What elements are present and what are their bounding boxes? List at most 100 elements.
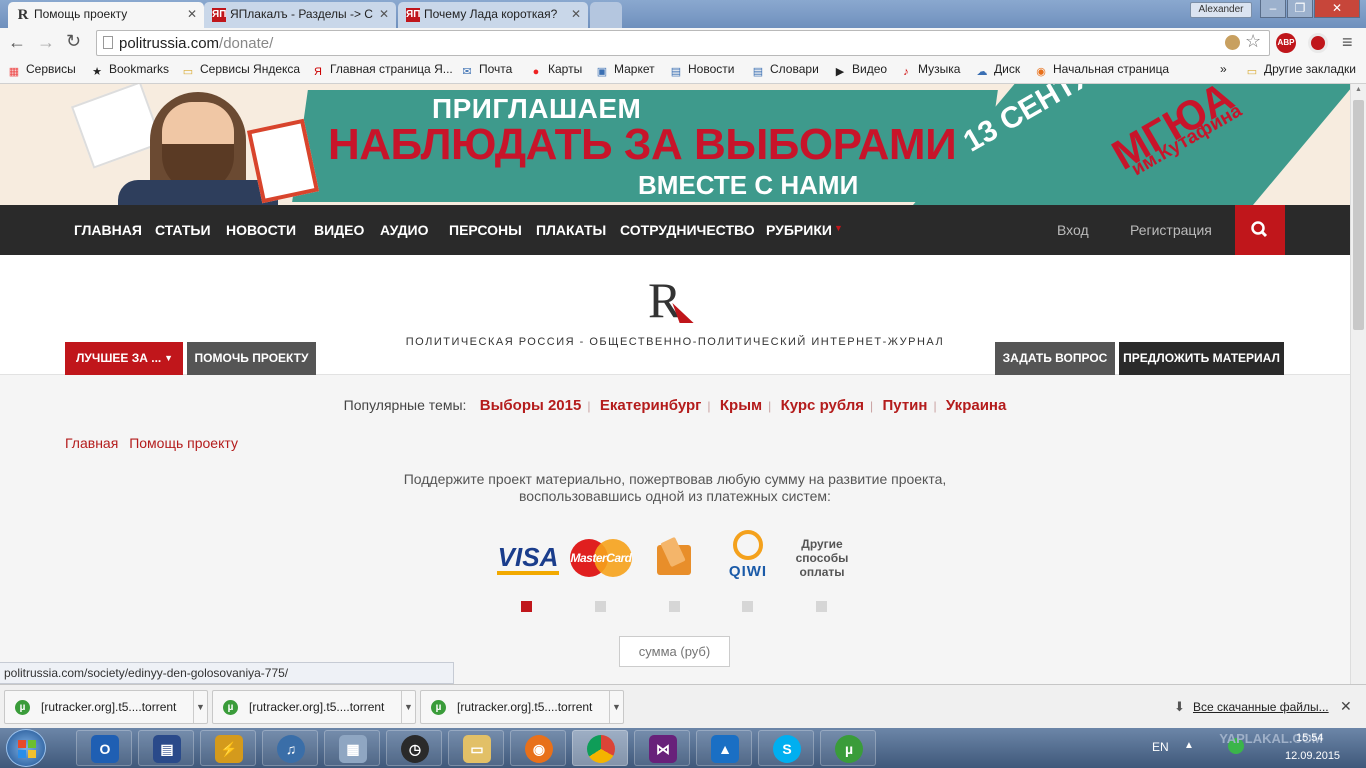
all-downloads-link[interactable]: Все скачанные файлы... [1193, 700, 1329, 714]
topic-link[interactable]: Путин [883, 397, 928, 414]
menu-icon[interactable]: ≡ [1342, 32, 1353, 53]
start-button[interactable] [6, 729, 46, 767]
help-project-button[interactable]: ПОМОЧЬ ПРОЕКТУ [187, 342, 316, 375]
nav-home[interactable]: ГЛАВНАЯ [74, 222, 142, 238]
bookmark-start-page[interactable]: ◉ Начальная страница [1034, 62, 1169, 79]
taskbar-explorer[interactable]: ▭ [448, 730, 504, 766]
taskbar-save-app[interactable]: ▤ [138, 730, 194, 766]
other-payment-option[interactable]: Другие способы оплаты [786, 537, 858, 579]
tab-yaplakal-lada[interactable]: ЯП Почему Лада короткая? ✕ [398, 2, 588, 28]
bookmark-market[interactable]: ▣ Маркет [595, 62, 655, 79]
bookmark-maps[interactable]: ● Карты [529, 62, 583, 79]
scroll-up-icon[interactable]: ▲ [1355, 86, 1362, 93]
profile-button[interactable]: Alexander [1190, 2, 1252, 18]
bookmark-video[interactable]: ▶ Видео [833, 62, 887, 79]
visa-option[interactable]: VISA [497, 542, 559, 575]
taskbar-firefox[interactable]: ◉ [510, 730, 566, 766]
bookmark-yandex-home[interactable]: Я Главная страница Я... [311, 62, 453, 79]
taskbar-visual-studio[interactable]: ⋈ [634, 730, 690, 766]
register-link[interactable]: Регистрация [1130, 222, 1212, 238]
yandex-money-option[interactable] [657, 536, 693, 577]
best-for-dropdown[interactable]: ЛУЧШЕЕ ЗА ... ▼ [65, 342, 183, 375]
tray-expand-icon[interactable]: ▲ [1184, 740, 1194, 751]
taskbar-utorrent[interactable]: µ [820, 730, 876, 766]
bookmarks-overflow-button[interactable]: » [1220, 62, 1227, 76]
nav-news[interactable]: НОВОСТИ [226, 222, 296, 238]
bookmark-services[interactable]: ▦ Сервисы [7, 62, 76, 79]
payment-selector-visa[interactable] [521, 601, 532, 612]
reload-icon[interactable]: ↻ [66, 31, 81, 52]
topic-link[interactable]: Курс рубля [781, 397, 864, 414]
topic-link[interactable]: Екатеринбург [600, 397, 702, 414]
search-button[interactable] [1235, 205, 1285, 255]
chevron-down-icon[interactable]: ▼ [193, 691, 207, 723]
taskbar-calculator[interactable]: ▦ [324, 730, 380, 766]
ask-question-button[interactable]: ЗАДАТЬ ВОПРОС [995, 342, 1115, 375]
maximize-button[interactable]: ❐ [1287, 0, 1313, 18]
close-window-button[interactable]: ✕ [1314, 0, 1360, 18]
minimize-button[interactable]: – [1260, 0, 1286, 18]
chevron-down-icon[interactable]: ▼ [609, 691, 623, 723]
taskbar-audio-player[interactable]: ♫ [262, 730, 318, 766]
bookmark-other[interactable]: ▭ Другие закладки [1245, 62, 1356, 79]
language-indicator[interactable]: EN [1152, 740, 1169, 754]
taskbar-outlook[interactable]: O [76, 730, 132, 766]
taskbar-clock-app[interactable]: ◷ [386, 730, 442, 766]
topic-link[interactable]: Крым [720, 397, 762, 414]
tab-donate[interactable]: R Помощь проекту ✕ [8, 2, 204, 28]
taskbar-winamp[interactable]: ⚡ [200, 730, 256, 766]
address-bar[interactable]: politrussia.com/donate/ ☆ [96, 30, 1270, 56]
bookmark-news[interactable]: ▤ Новости [669, 62, 735, 79]
download-item[interactable]: µ [rutracker.org].t5....torrent ▼ [212, 690, 416, 724]
qiwi-option[interactable]: QIWI [727, 530, 769, 582]
nav-articles[interactable]: СТАТЬИ [155, 222, 211, 238]
bookmark-disk[interactable]: ☁ Диск [975, 62, 1021, 79]
nav-posters[interactable]: ПЛАКАТЫ [536, 222, 606, 238]
topic-link[interactable]: Выборы 2015 [480, 397, 582, 414]
nav-rubrics[interactable]: РУБРИКИ [766, 222, 832, 238]
propose-material-button[interactable]: ПРЕДЛОЖИТЬ МАТЕРИАЛ [1119, 342, 1284, 375]
taskbar-chrome[interactable] [572, 730, 628, 766]
nav-cooperation[interactable]: СОТРУДНИЧЕСТВО [620, 222, 755, 238]
page-scrollbar[interactable]: ▲ [1350, 84, 1366, 684]
taskbar-skype[interactable]: S [758, 730, 814, 766]
close-shelf-icon[interactable]: ✕ [1340, 698, 1352, 715]
download-item[interactable]: µ [rutracker.org].t5....torrent ▼ [4, 690, 208, 724]
scrollbar-thumb[interactable] [1353, 100, 1364, 330]
close-tab-icon[interactable]: ✕ [187, 7, 197, 21]
login-link[interactable]: Вход [1057, 222, 1089, 238]
payment-selector-other[interactable] [816, 601, 827, 612]
elections-banner[interactable]: ПРИГЛАШАЕМ НАБЛЮДАТЬ ЗА ВЫБОРАМИ ВМЕСТЕ … [0, 84, 1350, 205]
bookmark-yandex-services[interactable]: ▭ Сервисы Яндекса [181, 62, 300, 79]
bookmark-music[interactable]: ♪ Музыка [899, 62, 960, 79]
amount-input[interactable] [619, 636, 730, 667]
topic-link[interactable]: Украина [946, 397, 1006, 414]
payment-selector-qiwi[interactable] [742, 601, 753, 612]
breadcrumb-current[interactable]: Помощь проекту [129, 435, 238, 451]
bookmark-bookmarks[interactable]: ★ Bookmarks [90, 62, 169, 79]
breadcrumb-home[interactable]: Главная [65, 435, 118, 451]
close-tab-icon[interactable]: ✕ [379, 7, 389, 21]
bookmark-star-icon[interactable]: ☆ [1245, 31, 1261, 52]
tab-yaplakal-sections[interactable]: ЯП ЯПлакалъ - Разделы -> С ✕ [204, 2, 396, 28]
extension-icon[interactable] [1308, 33, 1328, 53]
new-tab-button[interactable] [590, 2, 622, 28]
bookmark-dictionaries[interactable]: ▤ Словари [751, 62, 819, 79]
download-item[interactable]: µ [rutracker.org].t5....torrent ▼ [420, 690, 624, 724]
payment-selector-wallet[interactable] [669, 601, 680, 612]
nav-persons[interactable]: ПЕРСОНЫ [449, 222, 522, 238]
bookmark-mail[interactable]: ✉ Почта [460, 62, 512, 79]
payment-selector-mastercard[interactable] [595, 601, 606, 612]
mastercard-option[interactable]: MasterCard [570, 539, 632, 577]
tray-date[interactable]: 12.09.2015 [1285, 750, 1340, 762]
adblock-icon[interactable]: ABP [1276, 33, 1296, 53]
close-tab-icon[interactable]: ✕ [571, 7, 581, 21]
tray-time[interactable]: 15:54 [1296, 732, 1324, 744]
back-icon[interactable]: ← [8, 32, 26, 53]
cookie-icon[interactable] [1225, 35, 1240, 50]
forward-icon[interactable]: → [37, 32, 55, 53]
chevron-down-icon[interactable]: ▼ [401, 691, 415, 723]
taskbar-app[interactable]: ▲ [696, 730, 752, 766]
nav-audio[interactable]: АУДИО [380, 222, 429, 238]
nav-video[interactable]: ВИДЕО [314, 222, 364, 238]
